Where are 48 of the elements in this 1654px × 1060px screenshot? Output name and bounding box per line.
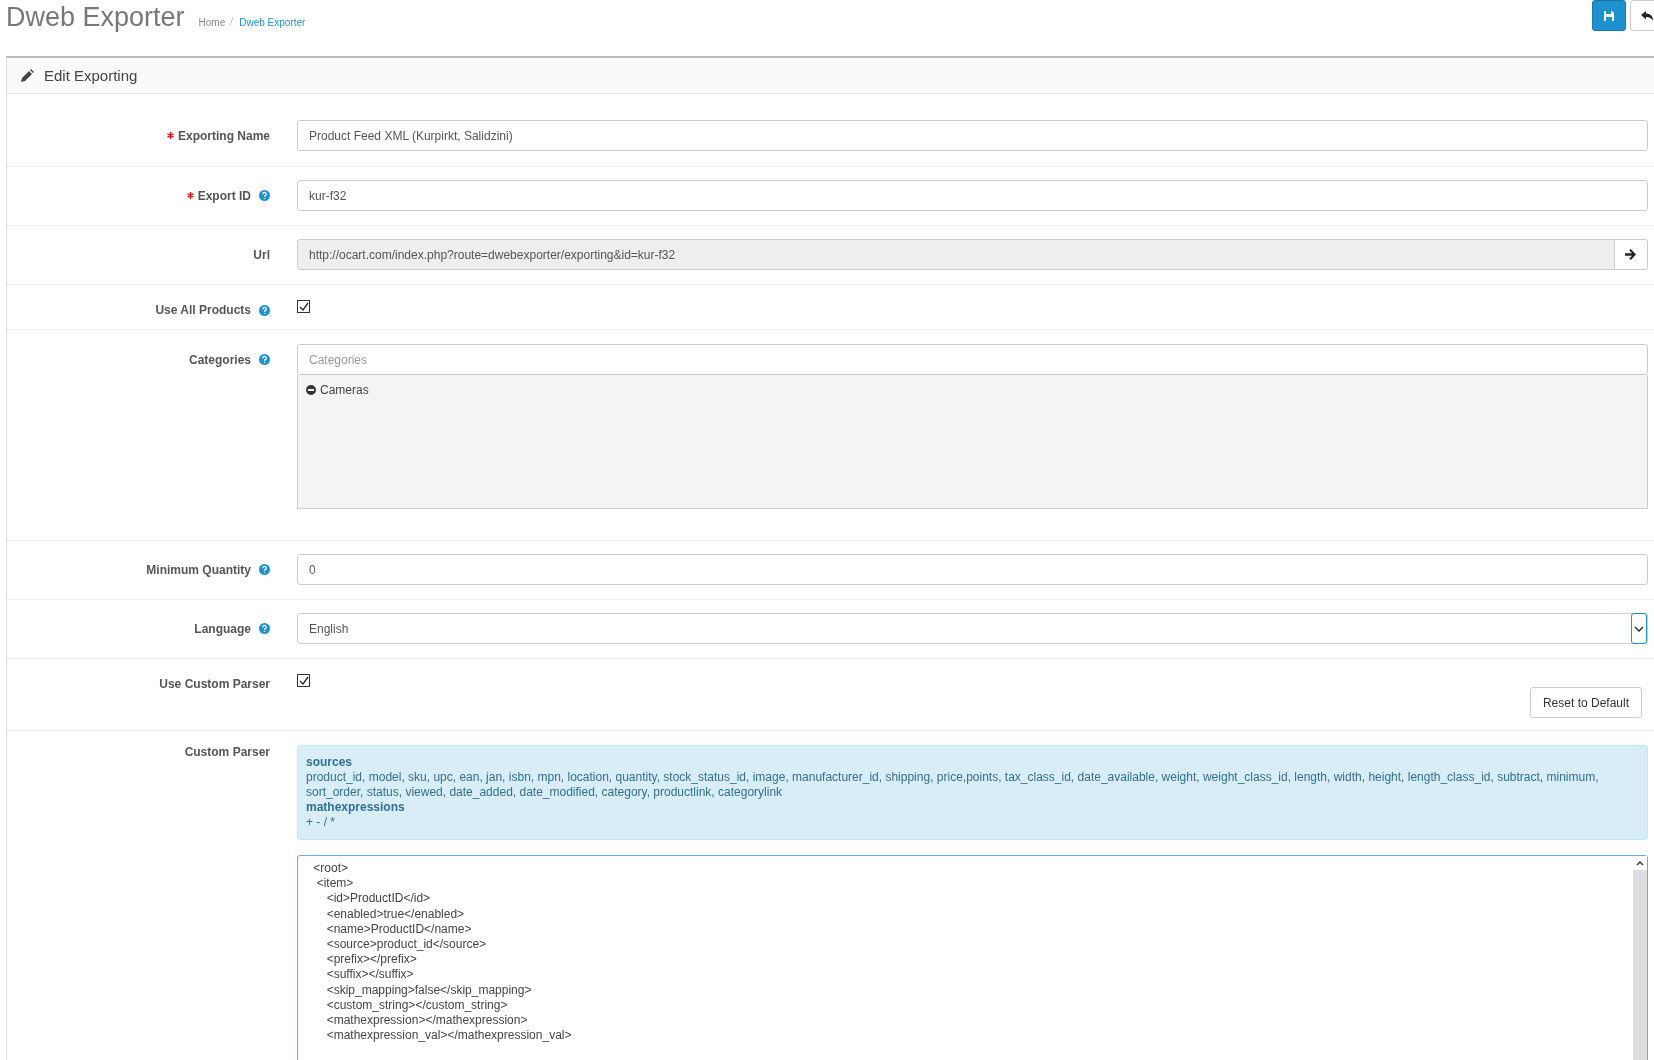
code-line: <enabled>true</enabled> [325,906,466,922]
code-line: <item> [315,876,355,892]
open-url-button[interactable] [1614,239,1648,270]
info-text: + - / * [306,815,336,830]
code-line: <prefix></prefix> [325,952,418,968]
field-label: Url [253,247,270,262]
code-line: <skip_mapping>false</skip_mapping> [325,982,533,998]
info-heading: sources [306,755,354,770]
arrow-right-icon [1625,249,1637,260]
code-line: <mathexpression_val></mathexpression_val> [325,1028,573,1044]
scrollbar[interactable] [1633,856,1647,1060]
language-select[interactable]: English [297,613,1648,644]
field-label: Language [194,621,251,636]
back-icon [1640,9,1654,22]
category-item[interactable]: Cameras [306,383,369,397]
url-field[interactable]: http://ocart.com/index.php?route=dwebexporter/exporting&id=kur-f32 [297,239,1615,270]
checkbox[interactable] [297,300,310,313]
code-line: <source>product_id</source> [325,937,488,953]
panel-title: Edit Exporting [44,67,138,84]
breadcrumb-link[interactable]: Dweb Exporter [239,17,306,28]
checkbox[interactable] [297,674,310,687]
code-line: <suffix></suffix> [325,967,415,983]
code-line: <custom_string></custom_string> [325,997,509,1014]
caret-icon [1634,625,1644,632]
field-label: Custom Parser [184,745,270,759]
code-line: <mathexpression></mathexpression> [325,1013,529,1029]
text-field[interactable]: Product Feed XML (Kurpirkt, Salidzini) [297,120,1648,151]
code-line: <id>ProductID</id> [325,891,432,907]
info-heading: mathexpressions [306,800,406,815]
field-label: Use Custom Parser [159,677,270,691]
text-field[interactable]: 0 [297,554,1648,585]
text-field[interactable]: kur-f32 [297,180,1648,211]
field-label: Export ID [197,188,251,203]
save-button[interactable] [1592,0,1626,31]
field-label: Use All Products [155,303,251,317]
page-title: Dweb Exporter [6,2,185,33]
field-label: Minimum Quantity [146,562,251,577]
field-label: Exporting Name [178,128,270,143]
code-line: <root> [312,861,350,877]
pencil-icon [20,68,34,83]
back-button[interactable] [1630,0,1654,31]
reset-button[interactable]: Reset to Default [1529,687,1642,718]
scroll-up-icon[interactable] [1636,860,1644,866]
minus-circle-icon[interactable] [306,385,316,395]
field-label: Categories [188,352,251,367]
breadcrumb-link[interactable]: Home [198,17,226,28]
code-line: <name>ProductID</name> [325,921,473,937]
categories-field[interactable]: Categories [297,344,1648,375]
